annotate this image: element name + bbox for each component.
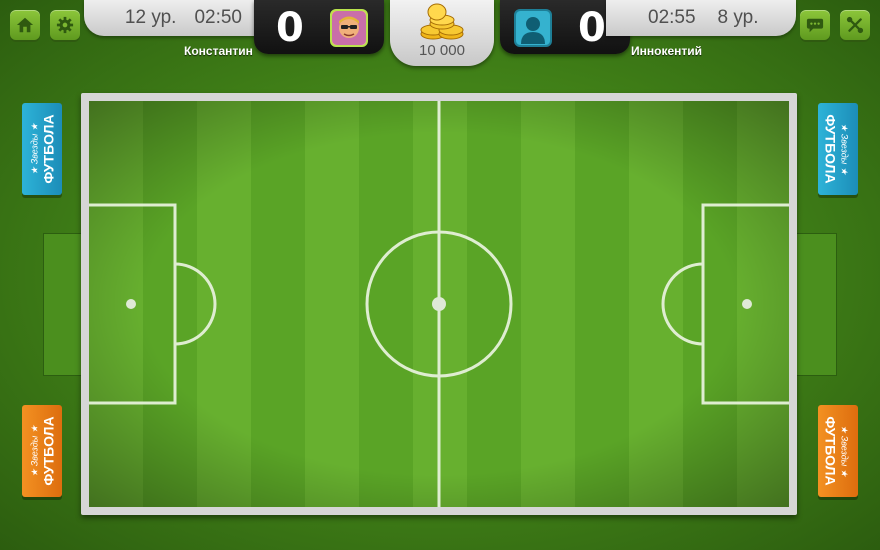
left-player-timer: 02:50	[194, 7, 242, 28]
player-photo-avatar-icon	[332, 11, 366, 45]
coin-balance: 10 000	[390, 0, 494, 66]
banner-title: ФУТБОЛА	[41, 114, 57, 184]
left-player-score: 0	[276, 5, 304, 51]
banner-title: ФУТБОЛА	[41, 416, 57, 486]
banner-bottom-right: ★ Звезды ★ ФУТБОЛА	[818, 405, 858, 497]
soccer-pitch[interactable]	[89, 101, 789, 507]
banner-subtitle: ★ Звезды ★	[840, 425, 850, 477]
right-player-info-bar: 02:55 8 ур.	[606, 0, 796, 36]
home-button[interactable]	[10, 10, 40, 40]
pitch-markings	[89, 101, 789, 507]
right-player-name: Иннокентий	[631, 44, 703, 58]
left-player-avatar[interactable]	[330, 9, 368, 47]
tools-icon	[846, 16, 864, 34]
tools-button[interactable]	[840, 10, 870, 40]
right-player-level: 8 ур.	[717, 7, 759, 28]
banner-bottom-left: ★ Звезды ★ ФУТБОЛА	[22, 405, 62, 497]
banner-top-right: ★ Звезды ★ ФУТБОЛА	[818, 103, 858, 195]
right-player-timer: 02:55	[648, 7, 696, 28]
banner-title: ФУТБОЛА	[823, 114, 839, 184]
banner-subtitle: ★ Звезды ★	[840, 123, 850, 175]
gear-icon	[56, 16, 74, 34]
right-player-score: 0	[578, 5, 606, 51]
banner-top-left: ★ Звезды ★ ФУТБОЛА	[22, 103, 62, 195]
default-user-avatar-icon	[516, 11, 550, 45]
right-player-avatar[interactable]	[514, 9, 552, 47]
left-player-name: Константин	[184, 44, 253, 58]
gold-coins-icon	[420, 3, 464, 40]
home-icon	[16, 17, 34, 33]
left-player-level: 12 ур.	[124, 7, 177, 28]
left-player-info-bar: 12 ур. 02:50	[84, 0, 274, 36]
chat-icon	[806, 18, 824, 33]
settings-button[interactable]	[50, 10, 80, 40]
banner-title: ФУТБОЛА	[823, 416, 839, 486]
chat-button[interactable]	[800, 10, 830, 40]
coin-amount: 10 000	[419, 42, 465, 59]
